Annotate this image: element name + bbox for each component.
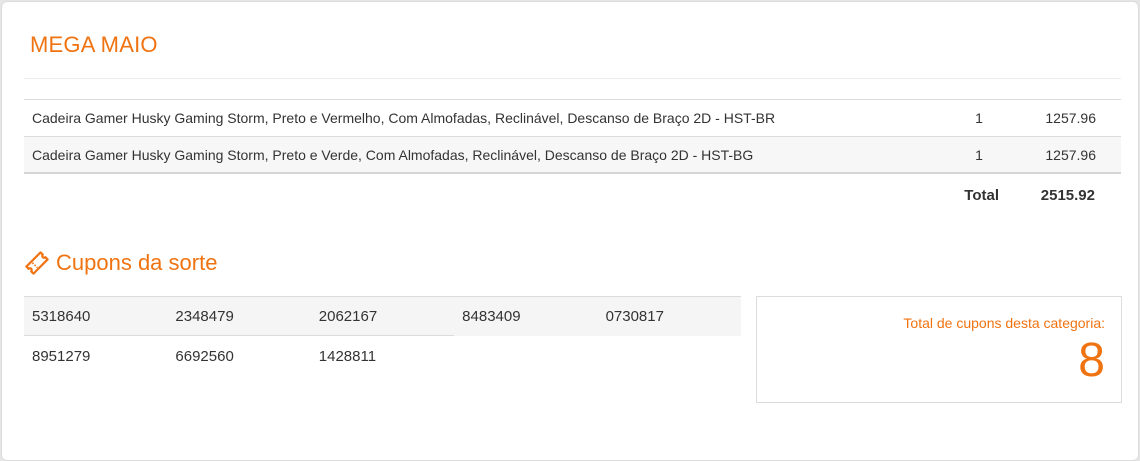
coupon-code: 2062167 (310, 296, 455, 336)
coupon-code: 8951279 (32, 347, 91, 365)
items-table: Cadeira Gamer Husky Gaming Storm, Preto … (24, 99, 1121, 174)
coupon-code: 0730817 (597, 296, 741, 336)
order-card: MEGA MAIO Cadeira Gamer Husky Gaming Sto… (1, 1, 1139, 461)
item-quantity: 1 (975, 146, 983, 163)
coupons-title: Cupons da sorte (56, 250, 218, 275)
table-row: Cadeira Gamer Husky Gaming Storm, Preto … (24, 100, 1121, 137)
coupon-summary: Total de cupons desta categoria: 8 (756, 296, 1122, 403)
total-row: Total 2515.92 (24, 182, 1121, 208)
summary-count: 8 (1078, 334, 1105, 387)
coupons-heading: Cupons da sorte (24, 249, 217, 277)
page-title: MEGA MAIO (30, 32, 158, 57)
coupon-row: 5318640 2348479 2062167 8483409 0730817 (24, 296, 741, 336)
coupon-grid: 5318640 2348479 2062167 8483409 0730817 … (24, 296, 741, 376)
item-price: 1257.96 (1045, 146, 1096, 163)
item-name: Cadeira Gamer Husky Gaming Storm, Preto … (32, 110, 776, 126)
item-price: 1257.96 (1045, 110, 1096, 126)
summary-label: Total de cupons desta categoria: (903, 315, 1105, 331)
coupon-code: 6692560 (175, 347, 234, 365)
total-label: Total (964, 186, 999, 204)
ticket-icon (24, 250, 50, 276)
coupon-code: 8483409 (454, 296, 598, 336)
coupon-row: 8951279 6692560 1428811 (24, 336, 741, 376)
coupon-code: 1428811 (318, 347, 377, 365)
divider (24, 78, 1121, 79)
table-row: Cadeira Gamer Husky Gaming Storm, Preto … (24, 137, 1121, 174)
coupon-code: 2348479 (167, 296, 311, 336)
total-value: 2515.92 (1040, 186, 1095, 204)
item-quantity: 1 (975, 110, 983, 126)
coupon-code: 5318640 (24, 296, 168, 336)
item-name: Cadeira Gamer Husky Gaming Storm, Preto … (32, 146, 754, 163)
